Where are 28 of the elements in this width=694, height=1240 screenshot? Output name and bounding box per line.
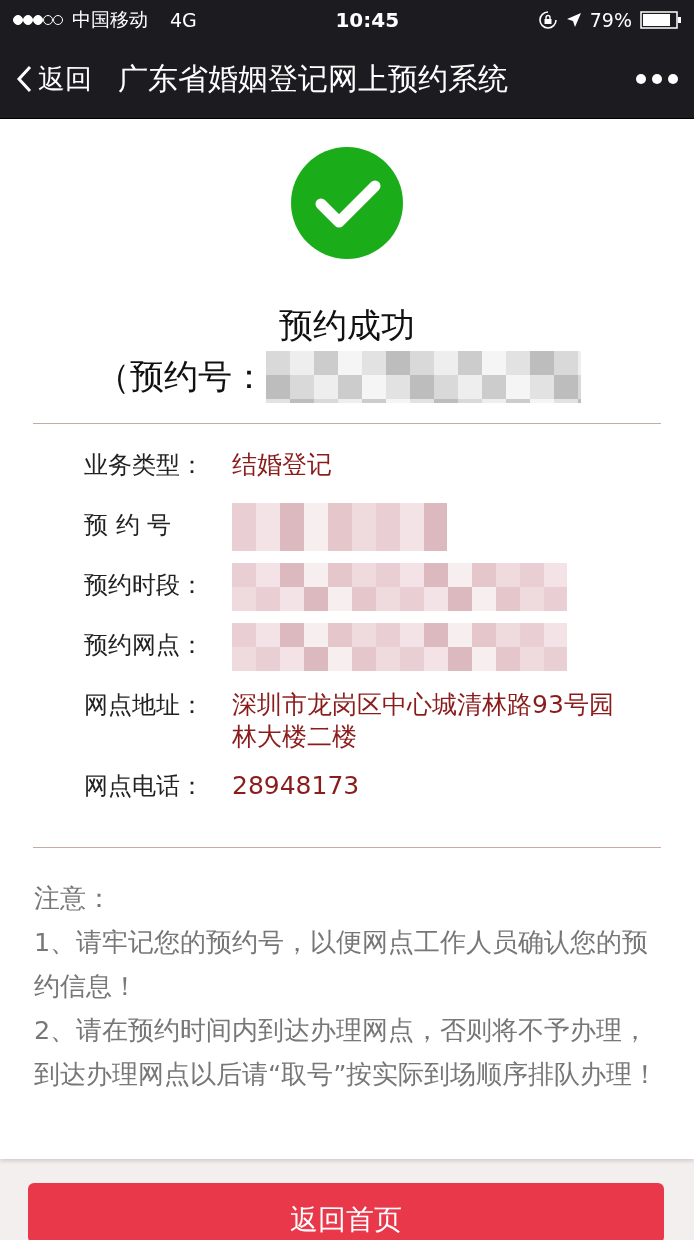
field-label: 网点地址： [84, 690, 205, 721]
back-button[interactable]: 返回 [16, 61, 92, 97]
rotation-lock-icon [537, 10, 558, 30]
page-title: 广东省婚姻登记网上预约系统 [118, 59, 509, 98]
field-label: 业务类型： [84, 450, 205, 481]
field-value: 28948173 [232, 770, 361, 802]
field-label: 预约时段： [84, 570, 205, 601]
location-icon [565, 12, 582, 28]
notice-heading: 注意： [34, 882, 113, 915]
battery-percent: 79% [589, 9, 632, 31]
home-button[interactable]: 返回首页 [28, 1183, 664, 1240]
field-value: 结婚登记 [232, 449, 333, 481]
field-label: 预 约 号 [84, 510, 173, 541]
network-type: 4G [170, 9, 197, 31]
signal-icon [12, 14, 64, 26]
carrier-name: 中国移动 [72, 7, 148, 32]
field-label: 预约网点： [84, 630, 205, 661]
field-label: 网点电话： [84, 771, 205, 802]
battery-icon [640, 11, 682, 29]
success-check-icon [291, 147, 403, 259]
success-title: 预约成功 [279, 304, 415, 347]
booking-number-label: （预约号： [96, 355, 266, 398]
chevron-left-icon [16, 65, 32, 93]
field-value: 深圳市龙岗区中心城清林路93号园林大楼二楼 [232, 689, 615, 753]
status-time: 10:45 [335, 8, 400, 32]
more-icon[interactable] [636, 74, 678, 84]
notice-text: 2、请在预约时间内到达办理网点，否则将不予办理，到达办理网点以后请“取号”按实际到场顺序排队办理！ [34, 1014, 660, 1091]
notice-text: 1、请牢记您的预约号，以便网点工作人员确认您的预约信息！ [34, 926, 650, 1003]
